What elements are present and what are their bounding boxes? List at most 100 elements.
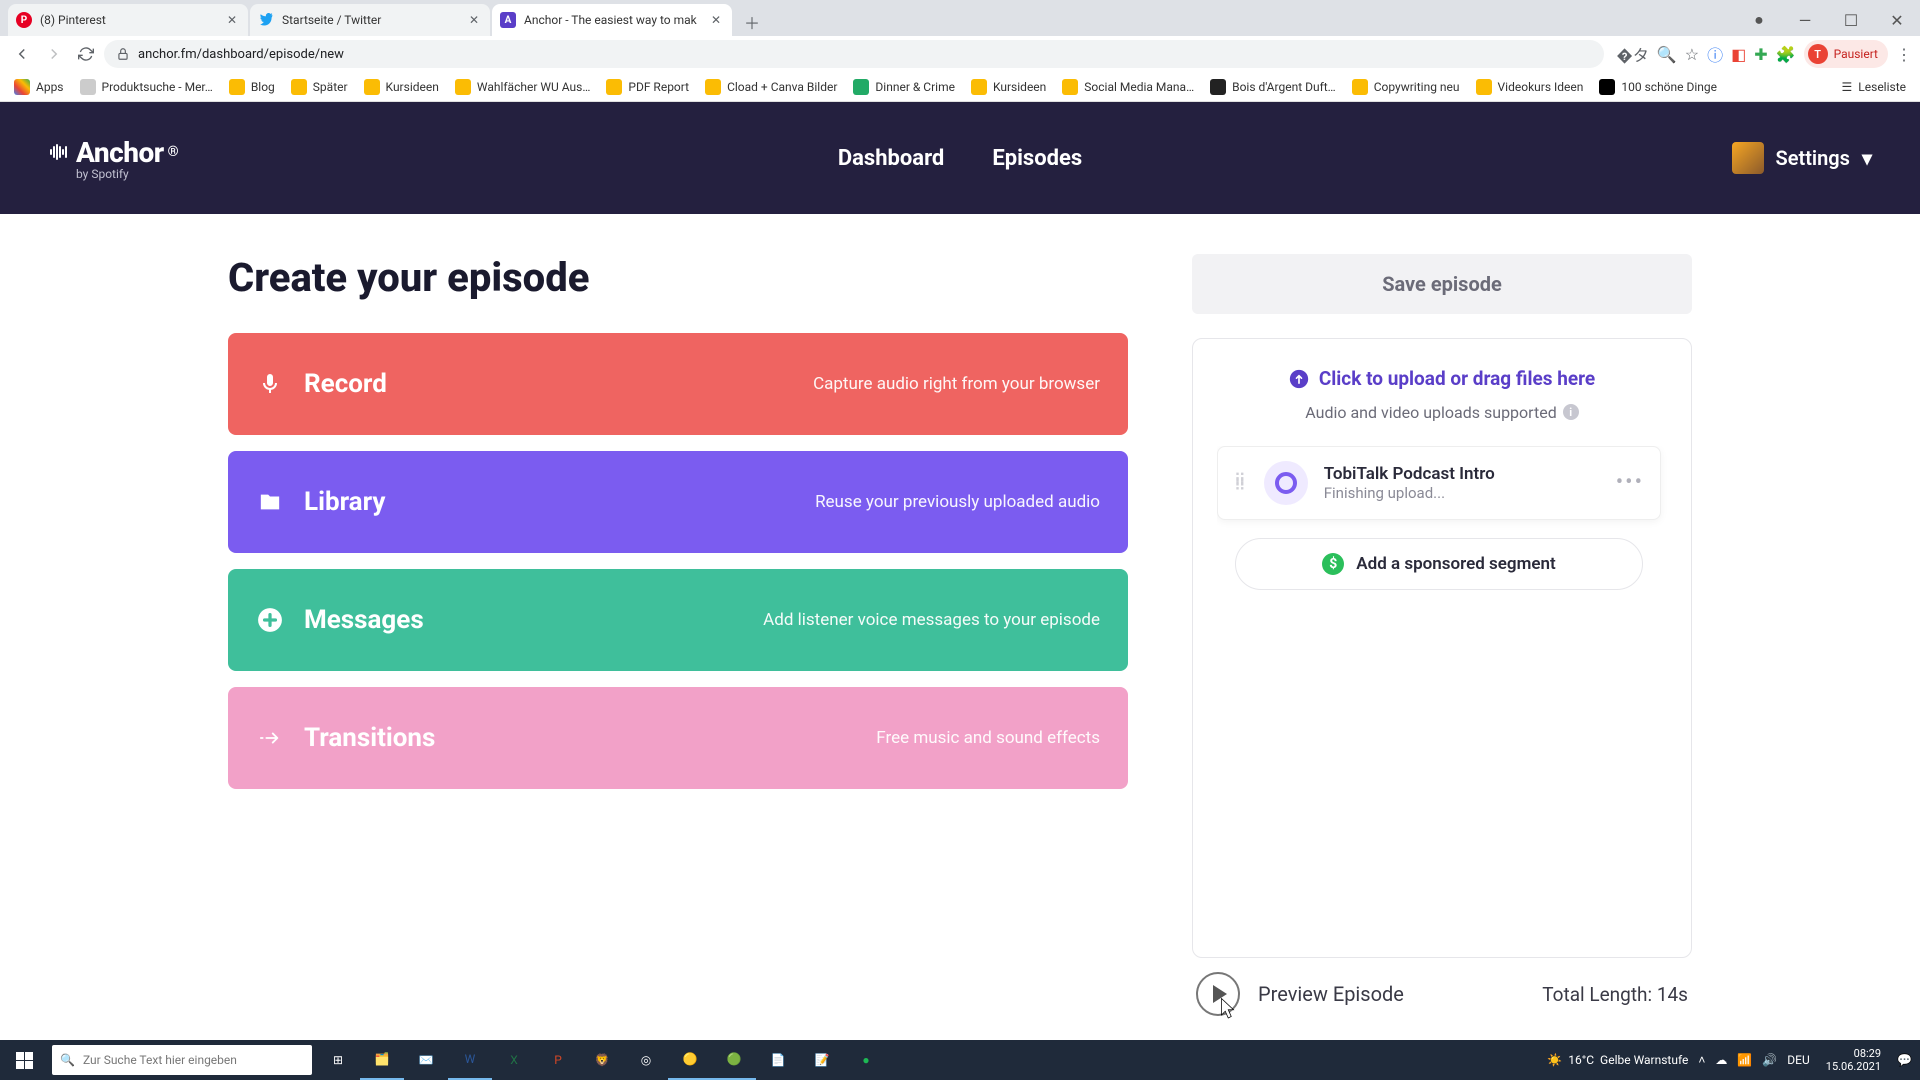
chevron-down-icon: ▾ [1862,146,1872,170]
segment-list[interactable]: ⠿⠿ TobiTalk Podcast Intro Finishing uplo… [1217,446,1667,958]
obs-icon[interactable]: ◎ [624,1040,668,1080]
tab-anchor[interactable]: A Anchor - The easiest way to mak ✕ [492,4,732,36]
taskbar-apps: ⊞ 🗂️ ✉️ W X P 🦁 ◎ 🟡 🟢 📄 📝 ● [316,1040,888,1080]
pinterest-icon: P [16,12,32,28]
app-viewport: Anchor® by Spotify Dashboard Episodes Se… [0,102,1920,1040]
info-icon[interactable]: i [1563,404,1579,420]
card-library[interactable]: Library Reuse your previously uploaded a… [228,451,1128,553]
logo-byline: by Spotify [76,167,178,181]
chrome-icon[interactable]: 🟡 [668,1040,712,1080]
lock-icon [116,47,130,61]
reading-list-button[interactable]: ☰Leseliste [1836,76,1912,98]
volume-icon[interactable]: 🔊 [1762,1053,1777,1067]
explorer-icon[interactable]: 🗂️ [360,1040,404,1080]
notifications-icon[interactable]: 💬 [1897,1053,1912,1067]
add-sponsored-button[interactable]: $ Add a sponsored segment [1235,538,1643,590]
save-episode-button[interactable]: Save episode [1192,254,1692,314]
new-tab-button[interactable]: ＋ [738,8,766,36]
bookmark-item[interactable]: Später [285,75,354,99]
weather-widget[interactable]: ☀️ 16°C Gelbe Warnstufe [1547,1053,1688,1067]
card-messages[interactable]: Messages Add listener voice messages to … [228,569,1128,671]
taskbar-search[interactable]: 🔍 Zur Suche Text hier eingeben [52,1045,312,1075]
brave-icon[interactable]: 🦁 [580,1040,624,1080]
excel-icon[interactable]: X [492,1040,536,1080]
tray-chevron-icon[interactable]: ˄ [1698,1053,1705,1067]
bookmark-item[interactable]: Social Media Mana… [1056,75,1200,99]
drag-handle-icon[interactable]: ⠿⠿ [1234,477,1248,489]
segment-item[interactable]: ⠿⠿ TobiTalk Podcast Intro Finishing uplo… [1217,446,1661,520]
settings-menu[interactable]: Settings ▾ [1732,142,1872,174]
nav-episodes[interactable]: Episodes [992,146,1082,171]
bookmark-item[interactable]: Kursideen [358,75,445,99]
card-transitions[interactable]: Transitions Free music and sound effects [228,687,1128,789]
wifi-icon[interactable]: 📶 [1737,1053,1752,1067]
bookmark-item[interactable]: Videokurs Ideen [1470,75,1590,99]
notepad-icon[interactable]: 📄 [756,1040,800,1080]
close-icon[interactable]: ✕ [466,12,482,28]
episode-builder-panel: Click to upload or drag files here Audio… [1192,338,1692,958]
user-avatar [1732,142,1764,174]
omnibox[interactable]: anchor.fm/dashboard/episode/new [104,40,1604,68]
extension-icon-1[interactable]: ⓘ [1707,42,1723,66]
windows-icon [16,1052,33,1069]
anchor-logo[interactable]: Anchor® by Spotify [48,136,178,181]
extensions-icon[interactable]: 🧩 [1776,45,1796,64]
start-button[interactable] [0,1040,48,1080]
nav-dashboard[interactable]: Dashboard [838,146,945,171]
notes-icon[interactable]: 📝 [800,1040,844,1080]
back-button[interactable] [8,40,36,68]
play-button[interactable] [1196,972,1240,1016]
star-icon[interactable]: ☆ [1685,45,1699,64]
card-title: Transitions [304,723,435,753]
spotify-icon[interactable]: ● [844,1040,888,1080]
bookmark-item[interactable]: Cload + Canva Bilder [699,75,843,99]
tab-pinterest[interactable]: P (8) Pinterest ✕ [8,4,248,36]
url-text: anchor.fm/dashboard/episode/new [138,47,344,62]
translate-icon[interactable]: �タ [1616,42,1648,66]
profile-chip[interactable]: T Pausiert [1804,40,1888,68]
task-view-icon[interactable]: ⊞ [316,1040,360,1080]
apps-button[interactable]: Apps [8,75,70,99]
date: 15.06.2021 [1826,1060,1881,1073]
logo-text: Anchor [76,136,164,169]
edge-icon[interactable]: 🟢 [712,1040,756,1080]
time: 08:29 [1854,1047,1881,1060]
upload-link[interactable]: Click to upload or drag files here [1289,367,1595,390]
close-icon[interactable]: ✕ [708,12,724,28]
bookmark-item[interactable]: Produktsuche - Mer… [74,75,219,99]
dollar-icon: $ [1322,553,1344,575]
card-record[interactable]: Record Capture audio right from your bro… [228,333,1128,435]
bookmark-label: Dinner & Crime [875,80,955,94]
clock[interactable]: 08:29 15.06.2021 [1820,1047,1887,1073]
language-indicator[interactable]: DEU [1787,1053,1809,1067]
menu-icon[interactable]: ⋮ [1896,45,1912,64]
minimize-button[interactable]: — [1782,4,1828,36]
maximize-button[interactable]: ☐ [1828,4,1874,36]
browser-chrome: P (8) Pinterest ✕ Startseite / Twitter ✕… [0,0,1920,102]
tab-twitter[interactable]: Startseite / Twitter ✕ [250,4,490,36]
account-dot-icon[interactable]: ● [1736,4,1782,36]
segment-more-icon[interactable]: ••• [1616,470,1644,495]
mail-icon[interactable]: ✉️ [404,1040,448,1080]
close-icon[interactable]: ✕ [224,12,240,28]
bookmark-item[interactable]: Blog [223,75,281,99]
weather-temp: 16°C [1568,1053,1594,1067]
bookmark-item[interactable]: Copywriting neu [1346,75,1466,99]
forward-button[interactable] [40,40,68,68]
reload-button[interactable] [72,40,100,68]
extension-icon-3[interactable]: ✚ [1754,45,1767,64]
close-window-button[interactable]: ✕ [1874,4,1920,36]
bookmark-item[interactable]: Bois d'Argent Duft… [1204,75,1342,99]
search-icon[interactable]: 🔍 [1657,45,1677,64]
onedrive-icon[interactable]: ☁ [1715,1053,1727,1067]
bookmark-item[interactable]: PDF Report [600,75,695,99]
bookmark-item[interactable]: 100 schöne Dinge [1593,75,1723,99]
bookmark-item[interactable]: Wahlfächer WU Aus… [449,75,597,99]
word-icon[interactable]: W [448,1040,492,1080]
powerpoint-icon[interactable]: P [536,1040,580,1080]
bookmark-label: Videokurs Ideen [1498,80,1584,94]
bookmark-item[interactable]: Kursideen [965,75,1052,99]
bookmark-item[interactable]: Dinner & Crime [847,75,961,99]
extension-icon-2[interactable]: ◧ [1731,45,1746,64]
upload-text: Click to upload or drag files here [1319,367,1595,390]
